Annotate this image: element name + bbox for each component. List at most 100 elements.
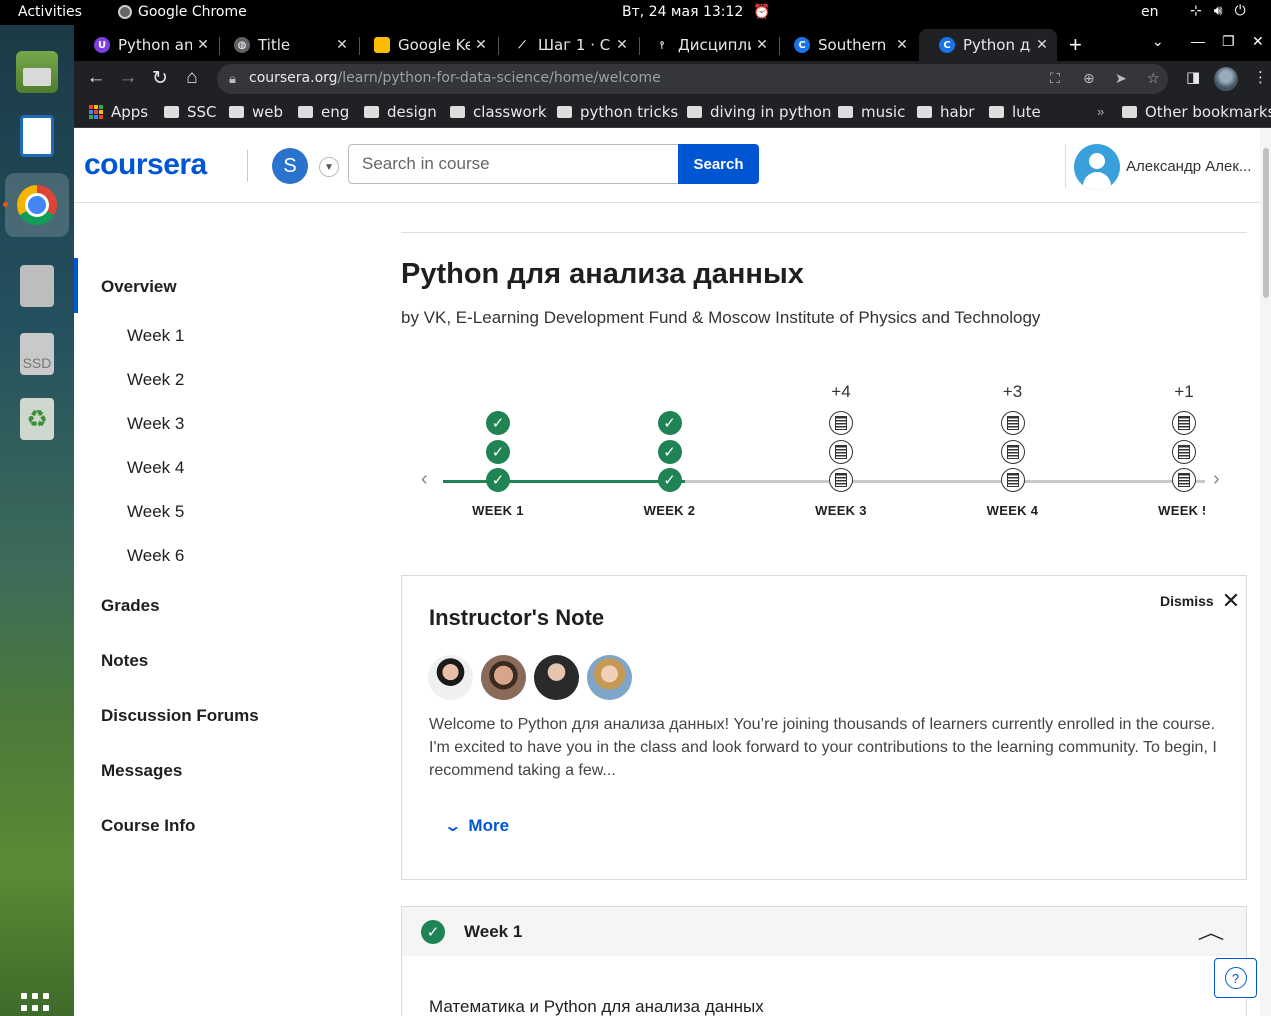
- close-icon[interactable]: ✕: [1031, 37, 1053, 53]
- dismiss-button[interactable]: Dismiss ✕: [1160, 590, 1240, 612]
- reading-icon[interactable]: [1000, 468, 1025, 492]
- language-indicator[interactable]: en: [1141, 4, 1159, 20]
- back-icon[interactable]: ←: [84, 67, 108, 89]
- reading-icon[interactable]: [1172, 468, 1196, 492]
- timeline-week-4[interactable]: +3 WEEK 4: [968, 368, 1058, 528]
- nav-course-info[interactable]: Course Info: [101, 816, 195, 836]
- check-icon[interactable]: ✓: [657, 468, 682, 492]
- check-icon[interactable]: ✓: [657, 411, 682, 435]
- bookmark-folder-web[interactable]: web: [229, 103, 283, 121]
- activities-button[interactable]: Activities: [18, 4, 82, 20]
- chrome-icon[interactable]: [17, 185, 57, 225]
- bookmark-folder-eng[interactable]: eng: [298, 103, 349, 121]
- new-tab-button[interactable]: +: [1069, 32, 1082, 58]
- bookmark-folder-design[interactable]: design: [364, 103, 437, 121]
- app-menu[interactable]: Google Chrome: [118, 4, 247, 20]
- bookmark-folder-ssc[interactable]: SSC: [164, 103, 217, 121]
- side-panel-icon[interactable]: ◨: [1186, 68, 1200, 86]
- timeline-week-1[interactable]: ✓ ✓ ✓ WEEK 1: [453, 368, 543, 528]
- nav-notes[interactable]: Notes: [101, 651, 148, 671]
- clock[interactable]: Вт, 24 мая 13:12 ⏰: [622, 4, 771, 20]
- bookmark-folder-lute[interactable]: lute: [989, 103, 1041, 121]
- tab-python-and[interactable]: U Python and ✕: [74, 29, 218, 61]
- ssd-icon[interactable]: SSD: [20, 333, 54, 375]
- more-button[interactable]: ⌄ More: [443, 816, 509, 836]
- forward-icon[interactable]: →: [116, 67, 140, 89]
- reading-icon[interactable]: [829, 468, 853, 492]
- week-module-title[interactable]: Математика и Python для анализа данных: [429, 997, 764, 1016]
- bookmark-apps[interactable]: Apps: [89, 103, 148, 121]
- reading-icon[interactable]: [829, 439, 853, 464]
- nav-grades[interactable]: Grades: [101, 596, 160, 616]
- nav-week-1[interactable]: Week 1: [127, 326, 184, 346]
- reading-icon[interactable]: [829, 411, 853, 435]
- profile-avatar[interactable]: [1214, 67, 1238, 91]
- nav-discussion-forums[interactable]: Discussion Forums: [101, 706, 259, 726]
- nav-week-2[interactable]: Week 2: [127, 370, 184, 390]
- system-tray[interactable]: ⊹ 🔊︎ ⏻: [1190, 3, 1246, 19]
- tab-southern[interactable]: C Southern F ✕: [774, 29, 917, 61]
- tab-step-1[interactable]: ⟋ Шаг 1 · Сем ✕: [494, 29, 637, 61]
- scrollbar-thumb[interactable]: [1263, 148, 1269, 298]
- tab-python-active[interactable]: C Python дл ✕: [919, 29, 1057, 61]
- close-icon[interactable]: ✕: [891, 37, 913, 53]
- chevron-down-icon[interactable]: ▼: [319, 157, 339, 177]
- tab-google-keep[interactable]: Google Kee ✕: [354, 29, 496, 61]
- close-icon[interactable]: ✕: [751, 37, 773, 53]
- nav-messages[interactable]: Messages: [101, 761, 182, 781]
- user-avatar[interactable]: [1074, 144, 1120, 190]
- timeline-week-3[interactable]: +4 WEEK 3: [796, 368, 886, 528]
- close-icon[interactable]: ✕: [331, 37, 353, 53]
- nav-week-4[interactable]: Week 4: [127, 458, 184, 478]
- search-input[interactable]: [348, 144, 678, 184]
- tab-search-icon[interactable]: ⌄: [1152, 33, 1164, 50]
- help-button[interactable]: ?: [1214, 958, 1257, 998]
- send-icon[interactable]: ➤: [1115, 70, 1127, 87]
- reading-icon[interactable]: [1172, 411, 1196, 435]
- coursera-logo[interactable]: coursera: [84, 148, 207, 182]
- reading-icon[interactable]: [1172, 439, 1196, 464]
- nav-week-5[interactable]: Week 5: [127, 502, 184, 522]
- instructor-avatar[interactable]: [428, 655, 473, 700]
- close-icon[interactable]: ✕: [611, 37, 633, 53]
- nav-overview[interactable]: Overview: [101, 277, 177, 297]
- page-scrollbar[interactable]: [1260, 128, 1271, 1016]
- bookmark-folder-python-tricks[interactable]: python tricks: [557, 103, 678, 121]
- close-icon[interactable]: ✕: [470, 37, 492, 53]
- nav-week-6[interactable]: Week 6: [127, 546, 184, 566]
- files-icon[interactable]: [16, 51, 58, 93]
- week-1-header[interactable]: ✓ Week 1 ︿: [402, 907, 1246, 956]
- zoom-icon[interactable]: ⊕: [1083, 70, 1095, 87]
- bookmark-star-icon[interactable]: ☆: [1147, 70, 1160, 87]
- check-icon[interactable]: ✓: [657, 439, 682, 464]
- close-icon[interactable]: ✕: [192, 37, 214, 53]
- translate-icon[interactable]: ⛶: [1050, 70, 1060, 87]
- trash-icon[interactable]: ♻: [20, 398, 54, 440]
- chevron-up-icon[interactable]: ︿: [1198, 919, 1225, 945]
- tab-discipline[interactable]: ⫯ Дисциплин ✕: [634, 29, 777, 61]
- timeline-week-5[interactable]: +1 WEEK 5: [1139, 368, 1205, 528]
- app-grid-icon[interactable]: [21, 993, 53, 1016]
- bookmarks-overflow-button[interactable]: »: [1097, 104, 1104, 119]
- home-icon[interactable]: ⌂: [180, 67, 204, 89]
- instructor-avatar[interactable]: [534, 655, 579, 700]
- reading-icon[interactable]: [1000, 411, 1025, 435]
- instructor-avatar[interactable]: [587, 655, 632, 700]
- lock-icon[interactable]: 🔒︎: [229, 71, 236, 87]
- reload-icon[interactable]: ↻: [148, 67, 172, 90]
- window-close-icon[interactable]: ✕: [1252, 33, 1264, 50]
- menu-icon[interactable]: ⋮: [1253, 68, 1268, 86]
- bookmark-folder-classwork[interactable]: classwork: [450, 103, 547, 121]
- bookmark-other[interactable]: Other bookmarks: [1122, 103, 1271, 121]
- org-avatar[interactable]: S: [272, 148, 308, 184]
- bookmark-folder-diving-in-python[interactable]: diving in python: [687, 103, 831, 121]
- bookmark-folder-habr[interactable]: habr: [917, 103, 974, 121]
- address-bar[interactable]: 🔒︎ coursera.org/learn/python-for-data-sc…: [217, 64, 1168, 94]
- nav-week-3[interactable]: Week 3: [127, 414, 184, 434]
- writer-icon[interactable]: [20, 115, 54, 157]
- drive-icon[interactable]: [20, 265, 54, 307]
- check-icon[interactable]: ✓: [486, 439, 510, 464]
- timeline-week-2[interactable]: ✓ ✓ ✓ WEEK 2: [625, 368, 715, 528]
- search-button[interactable]: Search: [678, 144, 759, 184]
- check-icon[interactable]: ✓: [486, 411, 510, 435]
